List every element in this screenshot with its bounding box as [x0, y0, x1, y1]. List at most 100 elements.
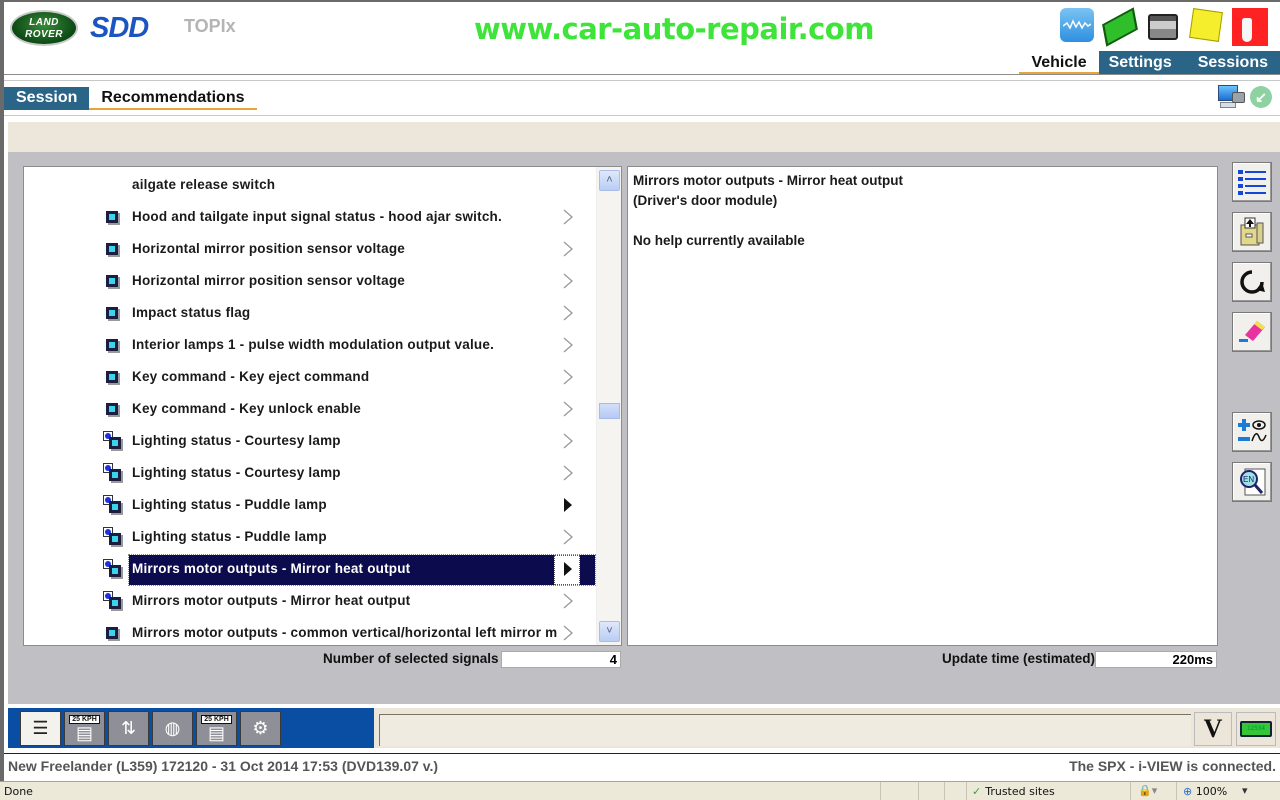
divider: [4, 80, 1280, 81]
signal-row[interactable]: ailgate release switch: [24, 169, 596, 201]
signal-row[interactable]: Lighting status - Puddle lamp: [24, 521, 596, 553]
watermark: www.car-auto-repair.com: [474, 12, 874, 46]
update-time-value: 220ms: [1095, 651, 1217, 668]
eraser-icon[interactable]: [1232, 312, 1272, 352]
add-signal-arrow-icon[interactable]: [560, 337, 576, 353]
add-signal-arrow-icon[interactable]: [560, 305, 576, 321]
work-area: ailgate release switch Hood and tailgate …: [8, 152, 1280, 704]
signal-row[interactable]: Mirrors motor outputs - Mirror heat outp…: [24, 585, 596, 617]
tab-vehicle[interactable]: Vehicle: [1019, 51, 1099, 74]
sdd-window: LAND ROVER SDD TOPIx www.car-auto-repair.…: [0, 0, 1280, 800]
add-signal-arrow-icon[interactable]: [560, 209, 576, 225]
signal-row[interactable]: Lighting status - Courtesy lamp: [24, 425, 596, 457]
add-signal-arrow-icon-active[interactable]: [560, 497, 576, 513]
signal-label: Key command - Key unlock enable: [132, 401, 362, 416]
scroll-thumb[interactable]: [599, 403, 620, 419]
network-settings-icon[interactable]: ◍: [152, 711, 193, 746]
signal-row[interactable]: Hood and tailgate input signal status - …: [24, 201, 596, 233]
green-vehicle-icon[interactable]: [1102, 7, 1138, 47]
multi-signal-icon: [103, 463, 121, 481]
signal-row[interactable]: Mirrors motor outputs - Mirror heat outp…: [24, 553, 596, 586]
zoom-dropdown-icon[interactable]: ▾: [1242, 784, 1248, 797]
sort-icon[interactable]: ⇅: [108, 711, 149, 746]
top-toolbar: [1060, 7, 1268, 47]
multi-signal-icon: [103, 591, 121, 609]
land-rover-logo: LAND ROVER: [10, 10, 78, 46]
signal-row[interactable]: Lighting status - Courtesy lamp: [24, 457, 596, 489]
signal-label: Lighting status - Courtesy lamp: [132, 433, 341, 448]
svg-text:EN: EN: [1243, 475, 1254, 484]
topix-link[interactable]: TOPIx: [184, 16, 236, 37]
speed-graph-icon[interactable]: 25 KPH ▤: [196, 711, 237, 746]
signal-label: Mirrors motor outputs - Mirror heat outp…: [132, 593, 411, 608]
tab-session[interactable]: Session: [4, 87, 90, 110]
add-remove-watch-icon[interactable]: [1232, 412, 1272, 452]
signal-label: Key command - Key eject command: [132, 369, 370, 384]
tab-sessions[interactable]: Sessions: [1181, 51, 1280, 74]
sdd-logo: SDD: [90, 12, 149, 44]
signal-row[interactable]: Mirrors motor outputs - common vertical/…: [24, 617, 596, 645]
selected-signals-value: 4: [501, 651, 621, 668]
signal-icon: [106, 307, 118, 319]
recorder-icon[interactable]: ⚙: [240, 711, 281, 746]
bottom-toolbar: ☰ 25 KPH ▤ ⇅ ◍ 25 KPH ▤ ⚙ V 12534: [8, 708, 1280, 748]
signal-help-panel: Mirrors motor outputs - Mirror heat outp…: [627, 166, 1218, 646]
add-signal-arrow-icon[interactable]: [560, 369, 576, 385]
zoom-icon: ⊕: [1183, 785, 1193, 798]
screenshot-icon[interactable]: [1216, 82, 1246, 112]
red-vci-icon[interactable]: [1232, 8, 1268, 46]
multi-signal-icon: [103, 495, 121, 513]
signal-label: Impact status flag: [132, 305, 251, 320]
waveform-icon[interactable]: [1060, 8, 1094, 42]
list-icon[interactable]: [1232, 162, 1272, 202]
signal-row[interactable]: Key command - Key unlock enable: [24, 393, 596, 425]
security-zone[interactable]: ✓ Trusted sites: [972, 785, 1055, 798]
signal-label: Horizontal mirror position sensor voltag…: [132, 273, 405, 288]
tool-button-strip: ☰ 25 KPH ▤ ⇅ ◍ 25 KPH ▤ ⚙: [8, 708, 374, 748]
battery-status-icon[interactable]: 12534: [1236, 712, 1276, 746]
signal-row[interactable]: Lighting status - Puddle lamp: [24, 489, 596, 521]
speed-label: 25 KPH: [69, 715, 100, 724]
message-field: [379, 714, 1191, 746]
signal-label: Lighting status - Courtesy lamp: [132, 465, 341, 480]
main-tabs: Vehicle Settings Sessions: [1019, 51, 1280, 74]
scroll-down-button[interactable]: ˅: [599, 621, 620, 642]
add-signal-arrow-icon[interactable]: [560, 529, 576, 545]
scroll-up-button[interactable]: ˄: [599, 170, 620, 191]
signal-icon: [106, 211, 118, 223]
multi-signal-icon: [103, 559, 121, 577]
add-signal-arrow-icon[interactable]: [560, 241, 576, 257]
signal-list-panel: ailgate release switch Hood and tailgate …: [23, 166, 622, 646]
signal-row[interactable]: Key command - Key eject command: [24, 361, 596, 393]
speed-gauge-icon[interactable]: 25 KPH ▤: [64, 711, 105, 746]
voltage-icon[interactable]: V: [1194, 712, 1232, 746]
add-signal-arrow-icon[interactable]: [560, 273, 576, 289]
refresh-icon[interactable]: [1232, 262, 1272, 302]
search-document-icon[interactable]: EN: [1232, 462, 1272, 502]
signal-row[interactable]: Impact status flag: [24, 297, 596, 329]
save-load-icon[interactable]: [1232, 212, 1272, 252]
tab-settings[interactable]: Settings: [1098, 51, 1182, 74]
tab-recommendations[interactable]: Recommendations: [89, 87, 257, 110]
divider: [4, 74, 1280, 75]
add-signal-arrow-icon[interactable]: [560, 401, 576, 417]
signal-row[interactable]: Horizontal mirror position sensor voltag…: [24, 265, 596, 297]
signal-select-icon[interactable]: ☰: [20, 711, 61, 746]
zoom-level[interactable]: ⊕ 100%: [1183, 785, 1227, 798]
vehicle-info: New Freelander (L359) 172120 - 31 Oct 20…: [8, 758, 439, 774]
add-signal-arrow-icon-active[interactable]: [560, 561, 576, 577]
battery-charger-icon[interactable]: [1146, 8, 1180, 42]
add-signal-arrow-icon[interactable]: [560, 465, 576, 481]
signal-list-scrollbar[interactable]: ˄ ˅: [596, 167, 621, 645]
add-signal-arrow-icon[interactable]: [560, 433, 576, 449]
signal-row[interactable]: Horizontal mirror position sensor voltag…: [24, 233, 596, 265]
signal-label: Horizontal mirror position sensor voltag…: [132, 241, 405, 256]
add-signal-arrow-icon[interactable]: [560, 625, 576, 641]
signal-icon: [106, 627, 118, 639]
back-arrow-icon[interactable]: ↙: [1250, 86, 1272, 108]
protected-mode-icon[interactable]: 🔒▾: [1138, 784, 1157, 797]
signal-row[interactable]: Interior lamps 1 - pulse width modulatio…: [24, 329, 596, 361]
add-signal-arrow-icon[interactable]: [560, 593, 576, 609]
zoom-value: 100%: [1195, 785, 1228, 798]
sticky-note-icon[interactable]: [1189, 8, 1223, 42]
